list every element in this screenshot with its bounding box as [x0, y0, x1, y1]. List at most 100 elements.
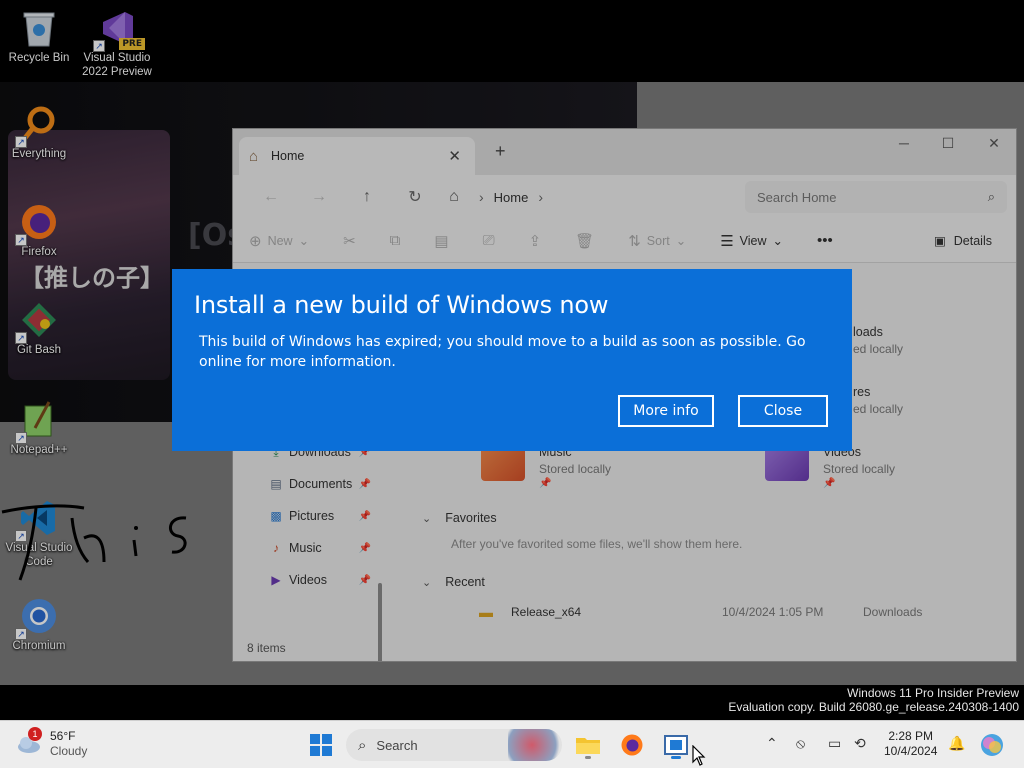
desktop-icon-label: Visual Studio 2022 Preview — [82, 52, 152, 78]
back-arrow-icon[interactable]: ← — [247, 188, 295, 206]
minimize-icon[interactable]: ─ — [889, 135, 919, 151]
app-window-icon — [664, 735, 688, 755]
sidebar-item-documents[interactable]: ▤ Documents 📌 — [267, 473, 377, 495]
chevron-down-icon: ⌄ — [422, 576, 432, 589]
refresh-icon[interactable]: ↻ — [391, 187, 439, 207]
delete-button[interactable]: 🗑 — [575, 232, 594, 250]
quick-access-name: loads — [853, 325, 883, 339]
quick-access-sub: Stored locally — [823, 462, 896, 476]
taskbar-search-label: Search — [376, 737, 418, 753]
search-icon: ⌕ — [358, 736, 367, 754]
shortcut-arrow-icon: ↗ — [15, 332, 27, 344]
plus-circle-icon: ⊕ — [249, 232, 262, 250]
quick-access-sub: ed locally — [853, 402, 904, 416]
copy-button[interactable]: ⧉ — [390, 232, 401, 249]
dialog-title: Install a new build of Windows now — [194, 291, 609, 319]
close-button[interactable]: Close — [738, 395, 828, 427]
weather-widget[interactable]: 1 56°F Cloudy — [16, 727, 88, 759]
more-info-button[interactable]: More info — [618, 395, 714, 427]
recent-file-name: Release_x64 — [511, 605, 582, 619]
sidebar-item-videos[interactable]: ▶ Videos 📌 — [267, 569, 377, 591]
desktop-icon-recycle-bin[interactable]: Recycle Bin — [1, 8, 77, 65]
show-hidden-icons-chevron[interactable]: ⌃ — [766, 735, 778, 752]
forward-arrow-icon[interactable]: → — [295, 188, 343, 206]
breadcrumb-home[interactable]: Home — [494, 190, 529, 205]
notification-count-badge: 1 — [28, 727, 42, 741]
recent-section-header[interactable]: ⌄ Recent — [422, 575, 485, 589]
tab-home[interactable]: ⌂ Home ✕ — [239, 137, 475, 175]
favorites-section-header[interactable]: ⌄ Favorites — [422, 511, 497, 525]
sidebar-item-pictures[interactable]: ▩ Pictures 📌 — [267, 505, 377, 527]
sidebar-item-label: Documents — [289, 477, 353, 491]
quick-access-downloads[interactable]: loads ed locally — [853, 325, 903, 356]
explorer-address-bar: ← → ↑ ↻ ⌂ › Home › Search Home ⌕ — [233, 175, 1016, 219]
view-icon: ☰ — [720, 232, 734, 250]
close-tab-icon[interactable]: ✕ — [448, 147, 461, 165]
view-button[interactable]: ☰ View ⌄ — [720, 232, 783, 250]
desktop-icon-git-bash[interactable]: ↗ Git Bash — [1, 300, 77, 357]
desktop-icon-label: Firefox — [21, 246, 57, 258]
notification-bell-icon[interactable]: 🔔 — [948, 735, 965, 752]
trash-icon: 🗑 — [575, 232, 595, 250]
recycle-bin-icon — [19, 8, 59, 48]
desktop-icon-visual-studio-preview[interactable]: PRE ↗ Visual Studio 2022 Preview — [79, 8, 155, 79]
up-arrow-icon[interactable]: ↑ — [343, 188, 391, 206]
breadcrumb-home-icon[interactable]: ⌂ — [439, 188, 469, 206]
evaluation-watermark: Windows 11 Pro Insider Preview Evaluatio… — [728, 686, 1019, 714]
wallpaper-poster-text: 【推しの子】 — [20, 263, 164, 292]
copilot-button[interactable] — [976, 729, 1008, 761]
preview-badge: PRE — [119, 38, 145, 50]
taskbar-search-box[interactable]: ⌕ Search — [346, 729, 562, 761]
taskbar-firefox[interactable] — [616, 729, 648, 761]
details-pane-icon: ▣ — [933, 234, 946, 248]
desktop-icon-firefox[interactable]: ↗ Firefox — [1, 202, 77, 259]
search-input[interactable]: Search Home ⌕ — [745, 181, 1007, 213]
navigation-pane-scrollbar[interactable] — [378, 583, 382, 661]
network-offline-icon[interactable]: ⦸ — [796, 735, 805, 752]
new-button[interactable]: ⊕ New ⌄ — [249, 232, 309, 250]
cut-button[interactable]: ✂ — [343, 232, 356, 250]
sidebar-item-music[interactable]: ♪ Music 📌 — [267, 537, 377, 559]
maximize-icon[interactable]: ☐ — [933, 135, 963, 152]
clock-time: 2:28 PM — [888, 729, 934, 743]
home-icon: ⌂ — [249, 147, 259, 165]
chevron-right-icon[interactable]: › — [479, 189, 484, 205]
quick-access-pictures[interactable]: res ed locally — [853, 385, 903, 416]
pin-icon: 📌 — [358, 478, 371, 490]
quick-access-music[interactable]: Music Stored locally 📌 — [481, 445, 611, 489]
desktop-icon-everything[interactable]: ↗ Everything — [1, 104, 77, 161]
taskbar-active-app[interactable] — [660, 729, 692, 761]
sort-button[interactable]: ⇅ Sort ⌄ — [628, 232, 686, 250]
system-clock[interactable]: 2:28 PM 10/4/2024 — [884, 729, 937, 759]
search-highlight-image — [508, 729, 562, 761]
start-button[interactable] — [305, 729, 337, 761]
sort-icon: ⇅ — [628, 232, 641, 250]
sync-status-icon[interactable]: ⟲ — [854, 735, 866, 752]
chevron-right-icon[interactable]: › — [538, 189, 543, 205]
desktop-icon-notepad-plus-plus[interactable]: ↗ Notepad++ — [1, 400, 77, 457]
shortcut-arrow-icon: ↗ — [93, 40, 105, 52]
recent-title: Recent — [445, 575, 485, 589]
recent-file-row[interactable]: ▬ Release_x64 10/4/2024 1:05 PM Download… — [479, 601, 1009, 623]
new-tab-button[interactable]: + — [495, 141, 506, 162]
folder-icon — [576, 738, 600, 754]
everything-search-icon: ↗ — [15, 104, 59, 148]
shortcut-arrow-icon: ↗ — [15, 628, 27, 640]
quick-access-videos[interactable]: Videos Stored locally 📌 — [765, 445, 895, 489]
folder-icon: ▬ — [479, 604, 493, 620]
more-options-button[interactable]: ••• — [817, 232, 833, 249]
taskbar-file-explorer[interactable] — [572, 729, 604, 761]
shortcut-arrow-icon: ↗ — [15, 136, 27, 148]
weather-description: Cloudy — [50, 744, 88, 758]
new-label: New — [267, 233, 293, 248]
sidebar-item-label: Music — [289, 541, 322, 555]
details-button[interactable]: ▣ Details — [933, 233, 992, 249]
close-window-icon[interactable]: ✕ — [979, 135, 1009, 152]
chevron-down-icon: ⌄ — [422, 512, 432, 525]
paste-button[interactable]: ▤ — [434, 232, 448, 250]
display-icon[interactable]: ▭ — [828, 735, 841, 752]
desktop-icon-chromium[interactable]: ↗ Chromium — [1, 596, 77, 653]
share-button[interactable]: ⇪ — [529, 232, 542, 250]
pin-icon: 📌 — [358, 574, 371, 586]
rename-button[interactable]: ⎚ — [483, 232, 495, 249]
